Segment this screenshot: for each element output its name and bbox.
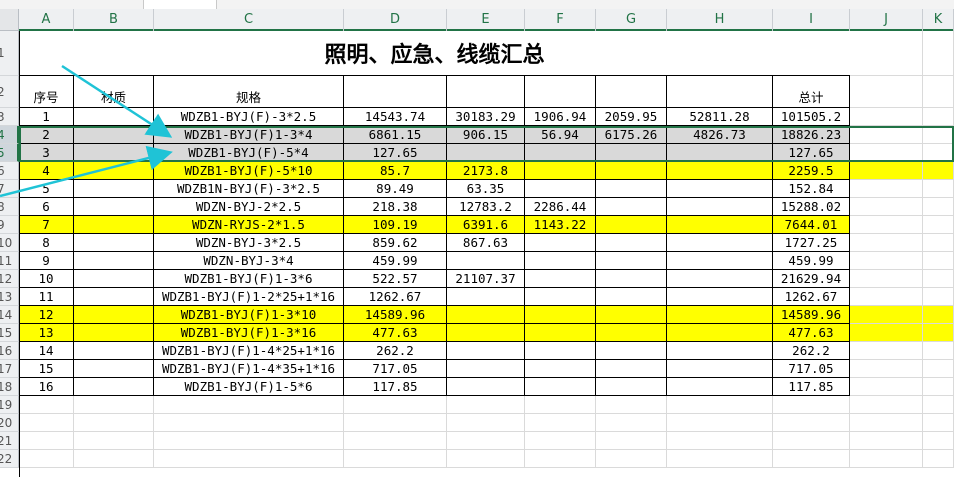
- annotation-arrows: [0, 64, 173, 198]
- arrow-to-row-5: [0, 145, 173, 198]
- arrow-to-row-4: [61, 64, 173, 138]
